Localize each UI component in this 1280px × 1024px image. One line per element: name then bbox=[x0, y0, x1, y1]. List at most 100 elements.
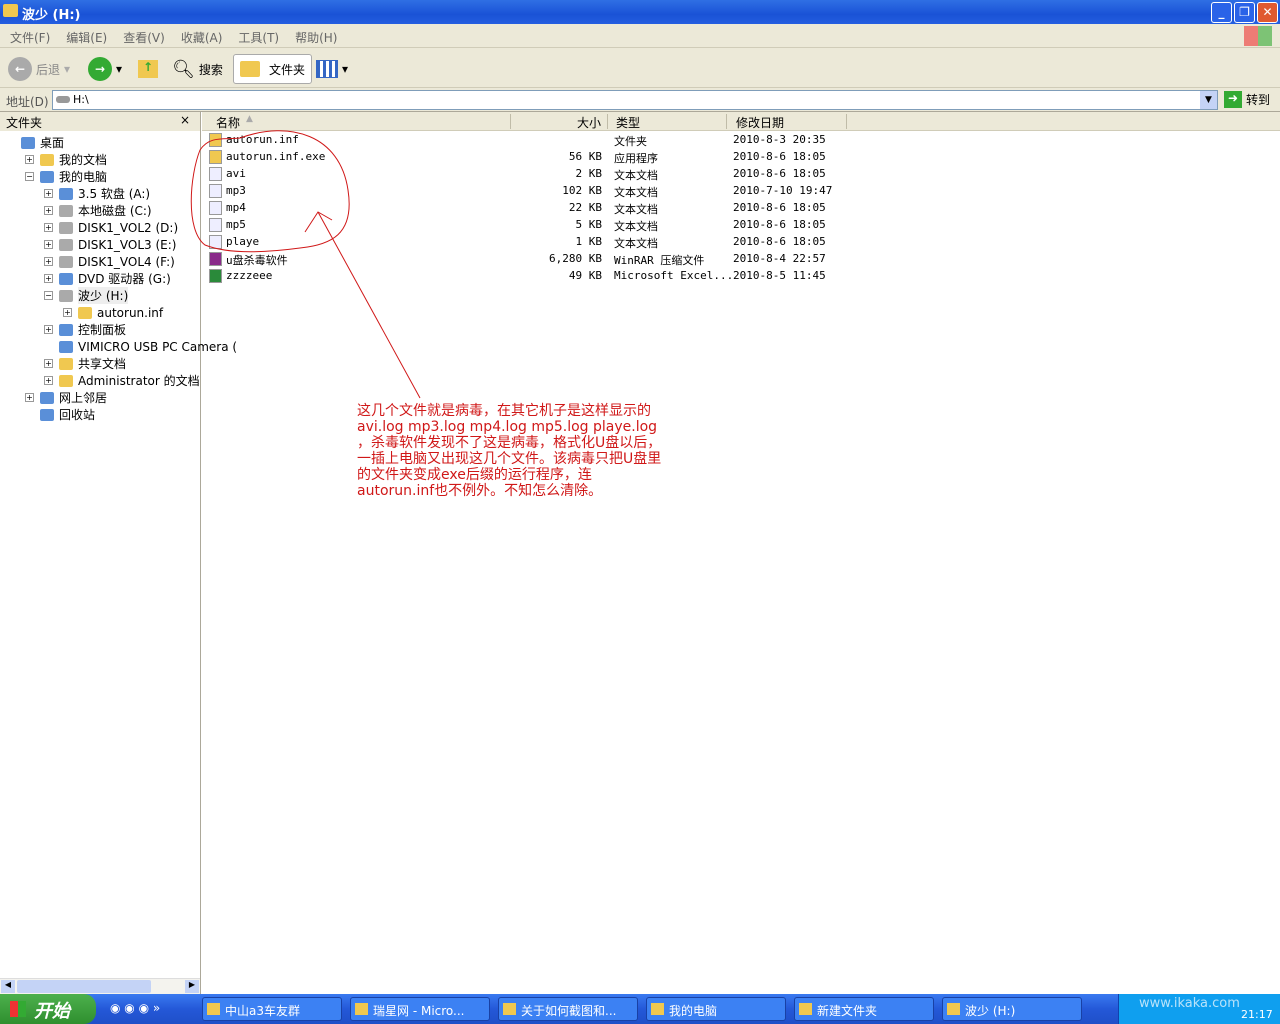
tree-item[interactable]: − 我的电脑 bbox=[25, 168, 107, 185]
maximize-button[interactable]: ❐ bbox=[1234, 2, 1255, 23]
tree-item[interactable]: − 波少 (H:) bbox=[44, 287, 129, 304]
tree-item[interactable]: + DISK1_VOL4 (F:) bbox=[44, 253, 175, 270]
column-date[interactable]: 修改日期 bbox=[736, 114, 784, 131]
toolbar: ← 后退 ▾ → ▾ ↑ 🔍︎ 搜索 文件夹 ▾ bbox=[0, 48, 1280, 88]
tree-item[interactable]: + 本地磁盘 (C:) bbox=[44, 202, 152, 219]
tree-icon bbox=[59, 289, 73, 302]
column-type[interactable]: 类型 bbox=[616, 114, 640, 131]
go-button[interactable]: ➜ 转到 bbox=[1224, 91, 1270, 108]
text-icon bbox=[209, 184, 222, 198]
menu-view[interactable]: 查看(V) bbox=[123, 29, 165, 46]
text-icon bbox=[209, 201, 222, 215]
file-row[interactable]: mp3 102 KB 文本文档 2010-7-10 19:47 bbox=[206, 182, 846, 199]
menu-bar: 文件(F) 编辑(E) 查看(V) 收藏(A) 工具(T) 帮助(H) bbox=[0, 24, 1280, 48]
expand-icon[interactable]: + bbox=[44, 274, 53, 283]
tree-item[interactable]: + 网上邻居 bbox=[25, 389, 107, 406]
views-button[interactable]: ▾ bbox=[316, 54, 348, 84]
taskbar-button[interactable]: 波少 (H:) bbox=[942, 997, 1082, 1021]
tree-icon bbox=[59, 187, 73, 200]
app-icon bbox=[503, 1003, 516, 1015]
file-row[interactable]: u盘杀毒软件 6,280 KB WinRAR 压缩文件 2010-8-4 22:… bbox=[206, 250, 846, 267]
address-input[interactable]: H:\ ▼ bbox=[52, 90, 1218, 110]
up-folder-button[interactable]: ↑ bbox=[138, 54, 158, 84]
tree-item[interactable]: VIMICRO USB PC Camera ( bbox=[44, 338, 237, 355]
expand-icon[interactable]: + bbox=[44, 257, 53, 266]
address-dropdown[interactable]: ▼ bbox=[1200, 91, 1217, 109]
tree-item[interactable]: + 共享文档 bbox=[44, 355, 126, 372]
expand-icon[interactable]: + bbox=[44, 240, 53, 249]
search-icon: 🔍︎ bbox=[172, 58, 195, 80]
expand-icon[interactable]: + bbox=[44, 325, 53, 334]
expand-icon[interactable]: + bbox=[44, 359, 53, 368]
system-tray: www.ikaka.com 21:17 bbox=[1118, 994, 1280, 1024]
expand-icon[interactable]: + bbox=[25, 155, 34, 164]
text-icon bbox=[209, 218, 222, 232]
minimize-button[interactable]: _ bbox=[1211, 2, 1232, 23]
taskbar-button[interactable]: 我的电脑 bbox=[646, 997, 786, 1021]
tree-item[interactable]: + DVD 驱动器 (G:) bbox=[44, 270, 171, 287]
taskbar-button[interactable]: 新建文件夹 bbox=[794, 997, 934, 1021]
tree-item[interactable]: + 我的文档 bbox=[25, 151, 107, 168]
file-row[interactable]: mp4 22 KB 文本文档 2010-8-6 18:05 bbox=[206, 199, 846, 216]
folders-pane: 文件夹 × 桌面 + 我的文档 − 我的电脑 +3.5 软盘 (A:) + 本地磁盘 (C:) +… bbox=[0, 112, 237, 994]
menu-edit[interactable]: 编辑(E) bbox=[66, 29, 107, 46]
menu-favorites[interactable]: 收藏(A) bbox=[181, 29, 223, 46]
file-row[interactable]: zzzzeee 49 KB Microsoft Excel... 2010-8-… bbox=[206, 267, 846, 284]
file-row[interactable]: mp5 5 KB 文本文档 2010-8-6 18:05 bbox=[206, 216, 846, 233]
file-row[interactable]: autorun.inf 文件夹 2010-8-3 20:35 bbox=[206, 131, 846, 148]
taskbar-button[interactable]: 瑞星网 - Micro... bbox=[350, 997, 490, 1021]
forward-button[interactable]: → ▾ bbox=[88, 54, 122, 84]
taskbar-button[interactable]: 中山a3车友群 bbox=[202, 997, 342, 1021]
taskbar: 开始 ◉ ◉ ◉ » 中山a3车友群 瑞星网 - Micro... 关于如何截图和.… bbox=[0, 994, 1280, 1024]
expand-icon[interactable]: + bbox=[25, 393, 34, 402]
quick-launch-icons[interactable]: ◉ ◉ ◉ » bbox=[110, 1001, 160, 1015]
folders-button[interactable]: 文件夹 bbox=[233, 54, 313, 84]
tree-icon bbox=[59, 255, 73, 268]
start-button[interactable]: 开始 bbox=[0, 994, 96, 1024]
watermark: www.ikaka.com bbox=[1139, 996, 1240, 1011]
tree-icon bbox=[59, 204, 73, 217]
file-row[interactable]: avi 2 KB 文本文档 2010-8-6 18:05 bbox=[206, 165, 846, 182]
drive-icon bbox=[56, 96, 70, 103]
tree-icon bbox=[59, 357, 73, 370]
tree-item[interactable]: +3.5 软盘 (A:) bbox=[44, 185, 150, 202]
close-pane-button[interactable]: × bbox=[180, 113, 190, 127]
text-icon bbox=[209, 235, 222, 249]
tree-item[interactable]: 桌面 bbox=[6, 134, 64, 151]
folder-icon bbox=[209, 150, 222, 164]
column-name[interactable]: 名称 bbox=[216, 114, 240, 131]
taskbar-button[interactable]: 关于如何截图和... bbox=[498, 997, 638, 1021]
menu-file[interactable]: 文件(F) bbox=[10, 29, 50, 46]
tree-item[interactable]: + autorun.inf bbox=[63, 304, 163, 321]
collapse-icon[interactable]: − bbox=[44, 291, 53, 300]
tree-item[interactable]: + Administrator 的文档 bbox=[44, 372, 200, 389]
file-row[interactable]: playe 1 KB 文本文档 2010-8-6 18:05 bbox=[206, 233, 846, 250]
tree-icon bbox=[59, 340, 73, 353]
tree-icon bbox=[21, 136, 35, 149]
tree-icon bbox=[78, 306, 92, 319]
close-button[interactable]: ✕ bbox=[1257, 2, 1278, 23]
column-size[interactable]: 大小 bbox=[577, 114, 601, 131]
file-row[interactable]: autorun.inf.exe 56 KB 应用程序 2010-8-6 18:0… bbox=[206, 148, 846, 165]
expand-icon[interactable]: + bbox=[63, 308, 72, 317]
back-button[interactable]: ← 后退 ▾ bbox=[8, 54, 70, 84]
menu-tools[interactable]: 工具(T) bbox=[238, 29, 279, 46]
collapse-icon[interactable]: − bbox=[25, 172, 34, 181]
scroll-thumb[interactable] bbox=[17, 980, 151, 993]
clock: 21:17 bbox=[1241, 1008, 1273, 1021]
title-bar: 波少 (H:) _ ❐ ✕ bbox=[0, 0, 1280, 24]
menu-help[interactable]: 帮助(H) bbox=[295, 29, 337, 46]
tree-item[interactable]: 回收站 bbox=[25, 406, 95, 423]
windows-logo bbox=[1244, 26, 1272, 46]
expand-icon[interactable]: + bbox=[44, 223, 53, 232]
tree-item[interactable]: + 控制面板 bbox=[44, 321, 126, 338]
tree-item[interactable]: + DISK1_VOL3 (E:) bbox=[44, 236, 176, 253]
tree-item[interactable]: + DISK1_VOL2 (D:) bbox=[44, 219, 178, 236]
rar-icon bbox=[209, 252, 222, 266]
horizontal-scrollbar[interactable]: ◀ ▶ bbox=[0, 978, 200, 994]
expand-icon[interactable]: + bbox=[44, 376, 53, 385]
expand-icon[interactable]: + bbox=[44, 206, 53, 215]
search-button[interactable]: 🔍︎ 搜索 bbox=[172, 54, 223, 84]
expand-icon[interactable]: + bbox=[44, 189, 53, 198]
forward-arrow-icon: → bbox=[88, 57, 112, 81]
